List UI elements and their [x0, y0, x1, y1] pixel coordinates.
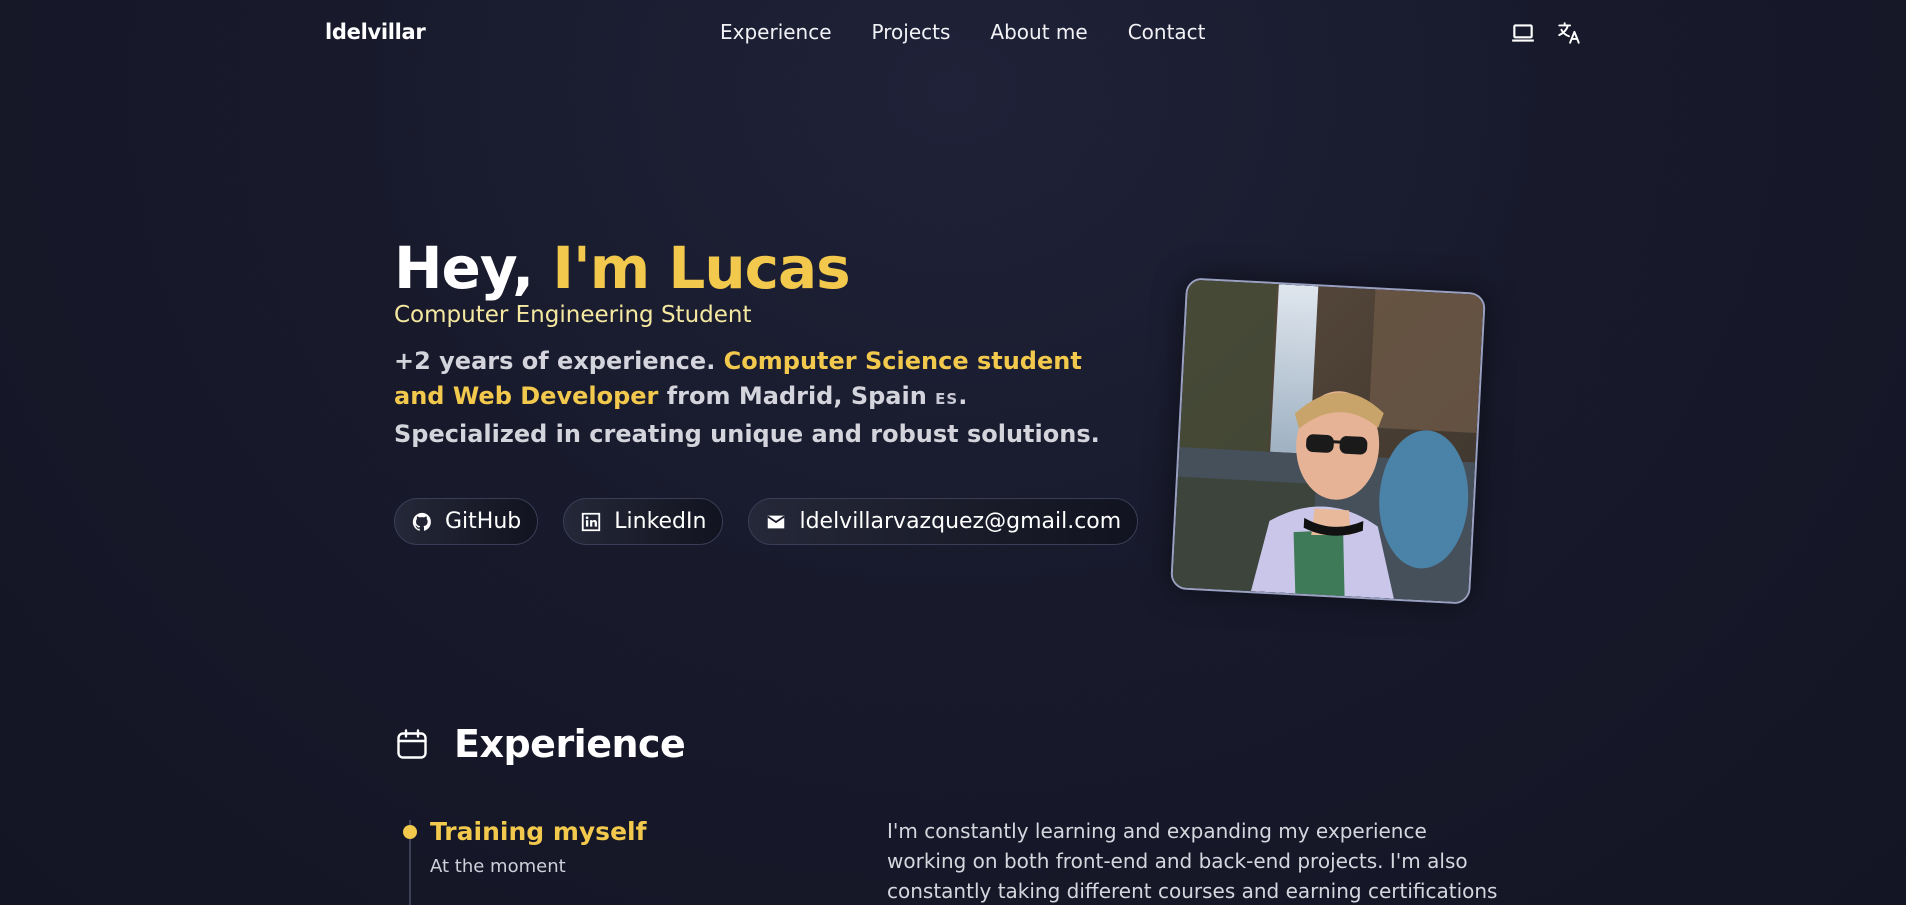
email-button[interactable]: ldelvillarvazquez@gmail.com	[748, 498, 1139, 545]
experience-title: Experience	[454, 722, 686, 766]
mail-icon	[767, 515, 786, 528]
hero-subtitle: Computer Engineering Student	[394, 302, 752, 328]
nav-links: Experience Projects About me Contact	[720, 20, 1206, 44]
github-label: GitHub	[445, 509, 522, 534]
linkedin-label: LinkedIn	[614, 509, 707, 534]
email-label: ldelvillarvazquez@gmail.com	[799, 509, 1122, 534]
nav-link-projects[interactable]: Projects	[872, 20, 951, 44]
brand-logo[interactable]: ldelvillar	[325, 20, 426, 44]
translate-icon[interactable]	[1556, 20, 1582, 46]
profile-photo	[1170, 277, 1486, 605]
nav-tools	[1510, 20, 1582, 46]
linkedin-icon	[582, 512, 601, 531]
hero-title: Hey, I'm Lucas	[394, 232, 1134, 304]
github-button[interactable]: GitHub	[394, 498, 539, 545]
social-links: GitHub LinkedIn ldelvillarvazquez@gmail.…	[394, 498, 1139, 545]
hero-section: Hey, I'm Lucas Computer Engineering Stud…	[394, 232, 1139, 545]
hero-intro: +2 years of experience. Computer Science…	[394, 344, 1124, 452]
top-navigation: ldelvillar Experience Projects About me …	[0, 0, 1906, 66]
github-icon	[412, 512, 431, 531]
job-title: Training myself	[430, 817, 647, 846]
nav-link-experience[interactable]: Experience	[720, 20, 832, 44]
intro-mid: from Madrid, Spain	[666, 382, 927, 410]
job-date: At the moment	[430, 856, 566, 877]
hero-greeting: Hey,	[394, 234, 534, 302]
job-description: I'm constantly learning and expanding my…	[887, 819, 1498, 903]
calendar-icon	[397, 729, 427, 759]
laptop-icon[interactable]	[1510, 20, 1536, 46]
linkedin-button[interactable]: LinkedIn	[563, 498, 724, 545]
nav-link-about[interactable]: About me	[990, 20, 1087, 44]
hero-name: I'm Lucas	[552, 234, 850, 302]
nav-link-contact[interactable]: Contact	[1128, 20, 1206, 44]
timeline-dot	[403, 825, 417, 839]
experience-header: Experience	[394, 722, 686, 766]
spain-flag-icon: ES	[935, 390, 959, 408]
intro-start: +2 years of experience.	[394, 347, 716, 375]
profile-photo-image	[1172, 279, 1484, 603]
